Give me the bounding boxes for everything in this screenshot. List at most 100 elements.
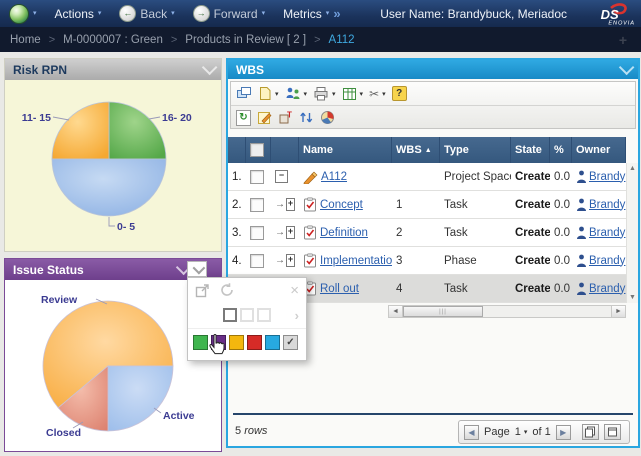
chart-button[interactable] — [320, 110, 335, 125]
header-wbs[interactable]: WBS ▲ — [392, 137, 440, 163]
close-icon[interactable]: × — [290, 283, 299, 298]
collapse-toggle[interactable]: − — [275, 170, 288, 183]
row-name-link[interactable]: Definition — [320, 227, 368, 239]
row-checkbox[interactable] — [250, 170, 264, 184]
expand-toggle[interactable]: + — [286, 198, 295, 211]
row-name-link[interactable]: Roll out — [320, 283, 359, 295]
scroll-up-icon[interactable]: ▲ — [629, 165, 636, 172]
chart-style-option[interactable] — [240, 308, 254, 322]
horizontal-scrollbar[interactable]: ◄ ||| ► — [388, 305, 626, 318]
chart-style-option[interactable] — [223, 308, 237, 322]
color-swatch-blue[interactable] — [265, 335, 280, 350]
collapse-chevron-icon[interactable] — [202, 60, 218, 76]
add-structure-button[interactable]: T — [278, 110, 293, 125]
table-view-button[interactable]: ▾ — [342, 87, 364, 101]
breadcrumb-item-home[interactable]: Home — [10, 34, 41, 46]
print-button[interactable]: ▾ — [313, 86, 336, 101]
sort-button[interactable] — [299, 110, 314, 125]
row-checkbox[interactable] — [250, 198, 264, 212]
metrics-menu[interactable]: Metrics ▾ » — [283, 6, 340, 21]
chevron-down-icon: ▾ — [326, 10, 330, 17]
row-number: 4. — [228, 247, 246, 274]
edit-button[interactable] — [257, 110, 272, 125]
new-document-button[interactable]: ▾ — [258, 86, 279, 101]
open-external-icon[interactable] — [195, 283, 210, 298]
tools-button[interactable]: ✂ ▾ — [369, 88, 386, 100]
page-select[interactable]: 1 ▾ — [515, 426, 528, 438]
windows-button[interactable] — [236, 86, 252, 101]
collapse-chevron-icon[interactable] — [619, 60, 635, 76]
row-name-link[interactable]: A112 — [321, 171, 347, 183]
assign-people-button[interactable]: ▾ — [285, 86, 308, 101]
table-row: 4. →+ Implementation 3 Phase Create 0.0 … — [228, 247, 626, 275]
expand-toggle[interactable]: + — [286, 254, 295, 267]
person-icon — [576, 282, 587, 295]
add-icon[interactable]: + — [619, 32, 627, 48]
3ds-logo-icon: DS ENOVIA — [585, 1, 637, 27]
breadcrumb-item-project[interactable]: M-0000007 : Green — [63, 34, 163, 46]
task-icon — [303, 225, 317, 240]
grip-icon: ||| — [439, 309, 447, 315]
row-checkbox[interactable] — [250, 226, 264, 240]
header-percent[interactable]: % — [550, 137, 572, 163]
owner-link[interactable]: Brandy — [589, 199, 625, 211]
show-all-pages-button[interactable] — [582, 424, 599, 440]
chevron-down-icon[interactable]: ▾ — [304, 90, 308, 98]
scissors-icon: ✂ — [369, 88, 379, 100]
scroll-left-button[interactable]: ◄ — [389, 306, 403, 317]
color-swatch-checked[interactable]: ✓ — [283, 335, 298, 350]
header-owner[interactable]: Owner — [572, 137, 626, 163]
issue-panel-menu-button[interactable] — [187, 261, 207, 277]
prev-page-button[interactable]: ◀ — [464, 425, 479, 440]
row-name-link[interactable]: Concept — [320, 199, 363, 211]
color-swatch-red[interactable] — [247, 335, 262, 350]
header-expand — [271, 137, 299, 163]
help-button[interactable]: ? — [392, 86, 407, 101]
row-count-label: rows — [244, 425, 267, 437]
cell-percent: 0.0 — [550, 163, 572, 190]
chevron-right-icon[interactable]: › — [295, 308, 299, 323]
scroll-down-icon[interactable]: ▼ — [629, 294, 636, 301]
chevron-down-icon[interactable]: ▾ — [275, 90, 279, 98]
owner-link[interactable]: Brandy — [589, 255, 625, 267]
breadcrumb-item-products[interactable]: Products in Review [ 2 ] — [185, 34, 306, 46]
row-name-link[interactable]: Implementation — [320, 255, 392, 267]
chevron-down-icon[interactable]: ▾ — [382, 90, 386, 98]
chevron-down-icon[interactable]: ▾ — [360, 90, 364, 98]
color-swatch-green[interactable] — [193, 335, 208, 350]
breadcrumb-item-current[interactable]: A112 — [329, 34, 355, 46]
chevron-down-icon[interactable]: ▾ — [332, 90, 336, 98]
header-state[interactable]: State — [511, 137, 550, 163]
scroll-right-button[interactable]: ► — [611, 306, 625, 317]
header-name[interactable]: Name — [299, 137, 392, 163]
row-checkbox[interactable] — [250, 254, 264, 268]
color-swatch-yellow[interactable] — [229, 335, 244, 350]
risk-rpn-pie-chart: 11- 15 16- 20 0- 5 — [5, 80, 221, 250]
chart-style-option[interactable] — [257, 308, 271, 322]
person-icon — [576, 170, 587, 183]
actions-menu[interactable]: Actions ▾ — [55, 7, 102, 21]
header-select-all[interactable] — [246, 137, 271, 163]
owner-link[interactable]: Brandy — [589, 227, 625, 239]
owner-link[interactable]: Brandy — [589, 283, 625, 295]
refresh-button[interactable]: ↻ — [236, 110, 251, 126]
scroll-right-icon: ► — [615, 308, 622, 315]
owner-link[interactable]: Brandy — [589, 171, 625, 183]
next-page-button[interactable]: ▶ — [556, 425, 571, 440]
scrollbar-thumb[interactable]: ||| — [403, 306, 483, 317]
wbs-header: WBS — [228, 60, 638, 79]
breadcrumb-separator: > — [49, 34, 55, 46]
expand-toggle[interactable]: + — [286, 226, 295, 239]
select-all-checkbox[interactable] — [250, 143, 264, 157]
table-row: 3. →+ Definition 2 Task Create 0.0 Brand… — [228, 219, 626, 247]
back-button[interactable]: ← Back ▾ — [119, 5, 174, 22]
forward-button[interactable]: → Forward ▾ — [193, 5, 266, 22]
home-menu[interactable]: ▾ — [9, 4, 37, 24]
single-page-button[interactable] — [604, 424, 621, 440]
cell-type: Phase — [440, 247, 511, 274]
refresh-icon[interactable] — [219, 282, 235, 298]
pie-label-review: Review — [41, 294, 78, 306]
more-menus-icon[interactable]: » — [333, 6, 340, 21]
vertical-scrollbar[interactable]: ▲ ▼ — [626, 163, 638, 303]
header-type[interactable]: Type — [440, 137, 511, 163]
